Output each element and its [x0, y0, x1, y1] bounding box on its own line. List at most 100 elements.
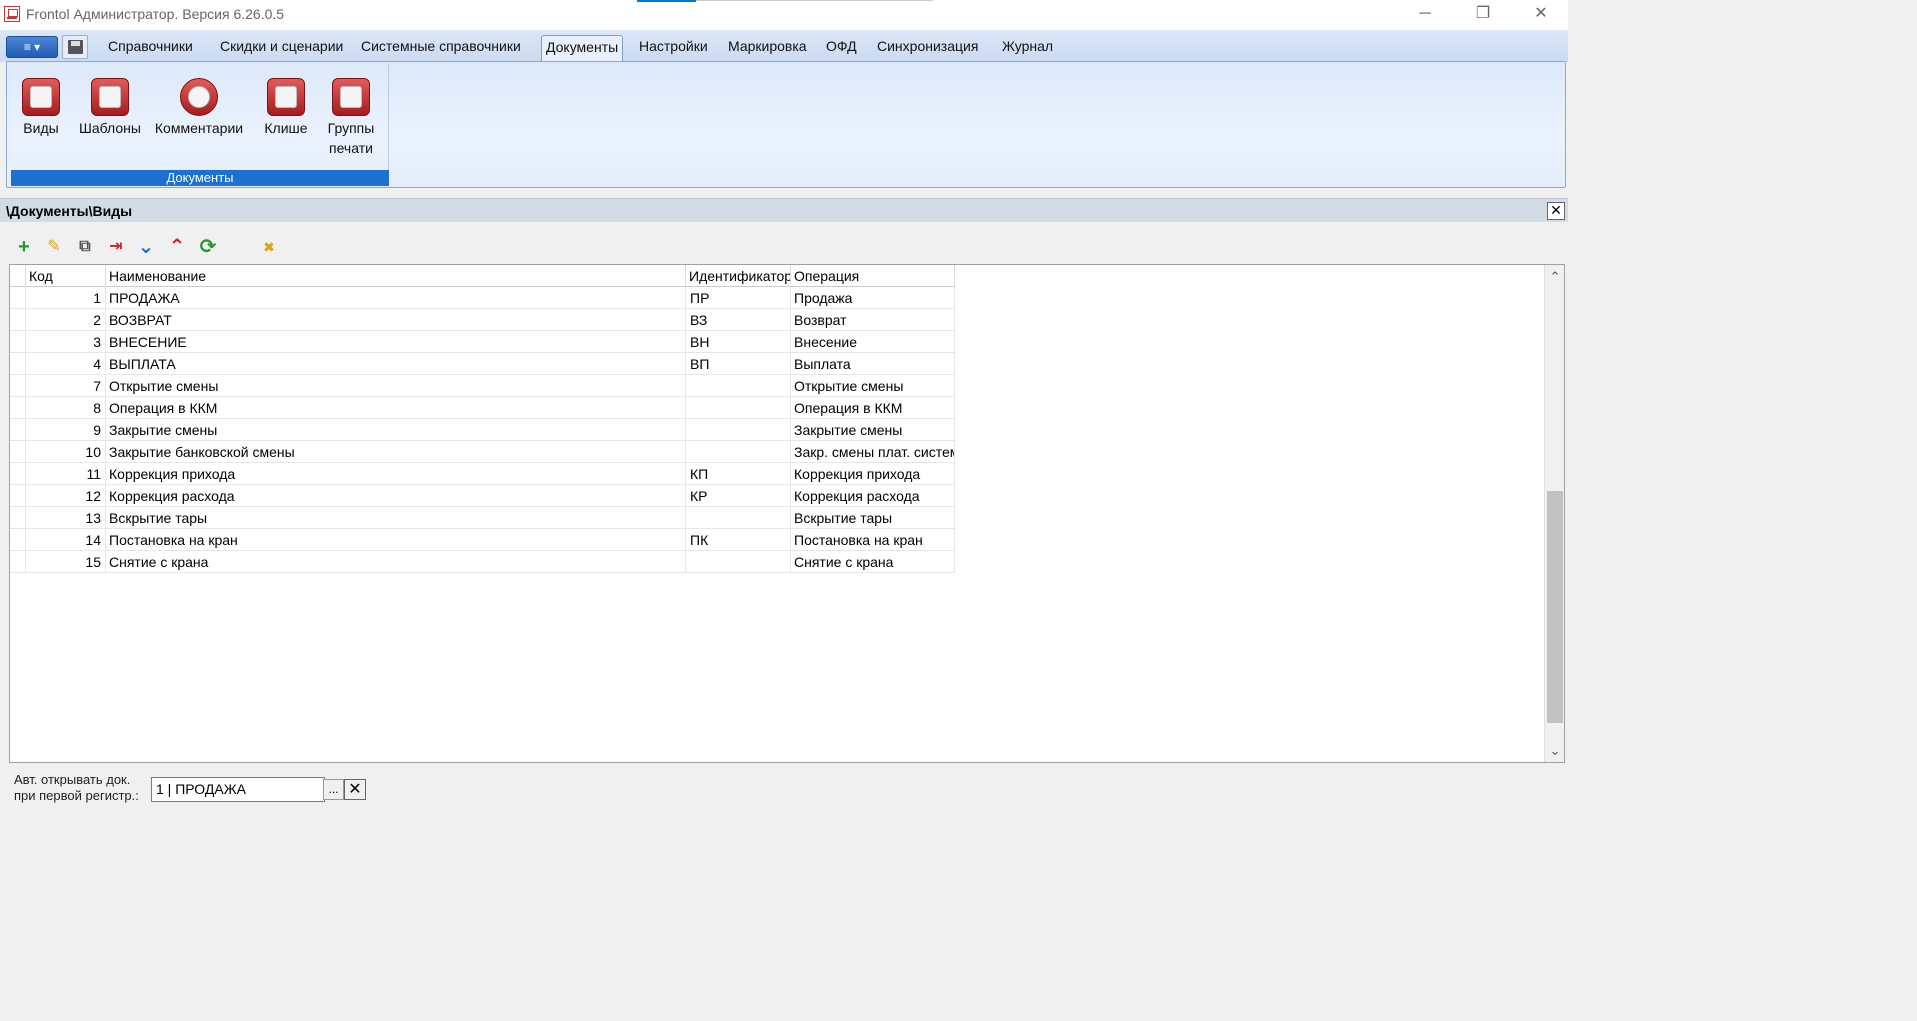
row-indicator: [10, 397, 26, 419]
cell-code: 1: [26, 287, 106, 309]
cell-code: 2: [26, 309, 106, 331]
edit-record-icon[interactable]: ✎: [42, 235, 66, 259]
title-bar: Frontol Администратор. Версия 6.26.0.5 ─…: [0, 0, 1568, 30]
table-row[interactable]: 3 ВНЕСЕНИЕ ВН Внесение: [10, 331, 955, 353]
scroll-thumb[interactable]: [1547, 491, 1563, 723]
cell-identifier: [686, 441, 791, 463]
cell-operation: Снятие с крана: [791, 551, 955, 573]
table-row[interactable]: 4 ВЫПЛАТА ВП Выплата: [10, 353, 955, 375]
delete-record-icon[interactable]: ⇥: [104, 235, 128, 259]
tab-ofd[interactable]: ОФД: [826, 38, 857, 54]
close-window-button[interactable]: ✕: [1518, 0, 1564, 30]
row-indicator: [10, 419, 26, 441]
table-row[interactable]: 12 Коррекция расхода КР Коррекция расхода: [10, 485, 955, 507]
row-indicator: [10, 287, 26, 309]
header-code[interactable]: Код: [26, 265, 106, 287]
auto-open-document-field[interactable]: 1 | ПРОДАЖА: [151, 777, 325, 802]
cell-name: Вскрытие тары: [106, 507, 686, 529]
table-row[interactable]: 15 Снятие с крана Снятие с крана: [10, 551, 955, 573]
ribbon-group-label: Документы: [11, 170, 389, 186]
document-header: \Документы\Виды ✕: [0, 198, 1568, 222]
ribbon-button-templates[interactable]: Шаблоны: [75, 78, 145, 138]
table-row[interactable]: 2 ВОЗВРАТ ВЗ Возврат: [10, 309, 955, 331]
clear-field-button[interactable]: ✕: [344, 779, 366, 800]
clear-filter-icon[interactable]: ✖: [257, 235, 281, 259]
table-row[interactable]: 14 Постановка на кран ПК Постановка на кран: [10, 529, 955, 551]
add-icon[interactable]: +: [12, 235, 36, 259]
ribbon-button-label: Клише: [264, 120, 308, 136]
cell-name: Закрытие смены: [106, 419, 686, 441]
tab-journal[interactable]: Журнал: [1002, 38, 1053, 54]
app-menu-button[interactable]: ≡ ▾: [6, 36, 58, 58]
close-document-button[interactable]: ✕: [1547, 202, 1565, 220]
refresh-icon[interactable]: ⟳: [196, 235, 220, 259]
header-name[interactable]: Наименование: [106, 265, 686, 287]
cell-operation: Возврат: [791, 309, 955, 331]
ribbon-button-label: Шаблоны: [79, 120, 141, 136]
tab-marking[interactable]: Маркировка: [728, 38, 807, 54]
cell-identifier: ПР: [686, 287, 791, 309]
table-row[interactable]: 1 ПРОДАЖА ПР Продажа: [10, 287, 955, 309]
tab-settings[interactable]: Настройки: [639, 38, 708, 54]
cell-operation: Закрытие смены: [791, 419, 955, 441]
cell-code: 11: [26, 463, 106, 485]
vertical-scrollbar[interactable]: ⌃ ⌄: [1544, 265, 1564, 762]
cell-operation: Выплата: [791, 353, 955, 375]
stamp-icon: [267, 78, 305, 116]
window-title: Frontol Администратор. Версия 6.26.0.5: [26, 6, 285, 22]
tab-discounts-scenarios[interactable]: Скидки и сценарии: [220, 38, 343, 54]
header-operation[interactable]: Операция: [791, 265, 955, 287]
save-button[interactable]: [62, 35, 88, 59]
row-indicator: [10, 309, 26, 331]
table-row[interactable]: 8 Операция в ККМ Операция в ККМ: [10, 397, 955, 419]
table-row[interactable]: 13 Вскрытие тары Вскрытие тары: [10, 507, 955, 529]
document-types-grid[interactable]: Код Наименование Идентификатор Операция …: [9, 264, 1565, 763]
copy-record-icon[interactable]: ⧉: [73, 235, 97, 259]
table-row[interactable]: 10 Закрытие банковской смены Закр. смены п…: [10, 441, 955, 463]
header-identifier[interactable]: Идентификатор: [686, 265, 791, 287]
cell-identifier: ВЗ: [686, 309, 791, 331]
row-indicator: [10, 529, 26, 551]
cell-name: ВНЕСЕНИЕ: [106, 331, 686, 353]
row-indicator: [10, 485, 26, 507]
ribbon-button-comments[interactable]: Комментарии: [151, 78, 247, 138]
row-indicator: [10, 507, 26, 529]
scroll-down-icon[interactable]: ⌄: [1545, 741, 1565, 761]
title-accent-line: [637, 0, 696, 2]
grid-toolbar: + ✎ ⧉ ⇥ ⌄ ⌃ ⟳ ✖: [10, 233, 410, 261]
ribbon-button-cliche[interactable]: Клише: [259, 78, 313, 138]
table-row[interactable]: 11 Коррекция прихода КП Коррекция прихода: [10, 463, 955, 485]
move-down-icon[interactable]: ⌄: [134, 235, 158, 259]
cell-name: Коррекция прихода: [106, 463, 686, 485]
restore-button[interactable]: ❐: [1460, 0, 1506, 30]
browse-button[interactable]: ...: [323, 779, 344, 800]
ribbon-button-types[interactable]: Виды: [17, 78, 65, 138]
title-divider-line: [696, 0, 933, 1]
ribbon-panel: Виды Шаблоны Комментарии Клише Группы пе…: [6, 61, 1566, 188]
row-indicator: [10, 551, 26, 573]
cell-code: 9: [26, 419, 106, 441]
cell-operation: Продажа: [791, 287, 955, 309]
tab-directories[interactable]: Справочники: [108, 38, 193, 54]
move-up-icon[interactable]: ⌃: [165, 235, 189, 259]
auto-open-label-line1: Авт. открывать док.: [14, 772, 131, 787]
table-row[interactable]: 9 Закрытие смены Закрытие смены: [10, 419, 955, 441]
cell-name: Закрытие банковской смены: [106, 441, 686, 463]
cell-code: 8: [26, 397, 106, 419]
tab-sync[interactable]: Синхронизация: [877, 38, 978, 54]
table-row[interactable]: 7 Открытие смены Открытие смены: [10, 375, 955, 397]
cell-operation: Коррекция расхода: [791, 485, 955, 507]
row-indicator: [10, 463, 26, 485]
scroll-up-icon[interactable]: ⌃: [1545, 267, 1565, 287]
cell-code: 15: [26, 551, 106, 573]
templates-icon: [91, 78, 129, 116]
tab-documents[interactable]: Документы: [541, 35, 624, 63]
tab-system-directories[interactable]: Системные справочники: [361, 38, 521, 54]
cell-identifier: КР: [686, 485, 791, 507]
cell-name: Коррекция расхода: [106, 485, 686, 507]
ribbon-button-label: Комментарии: [154, 120, 244, 136]
cell-identifier: [686, 551, 791, 573]
cell-code: 12: [26, 485, 106, 507]
ribbon-button-print-groups[interactable]: Группы печати: [321, 78, 381, 158]
minimize-button[interactable]: ─: [1402, 0, 1448, 30]
